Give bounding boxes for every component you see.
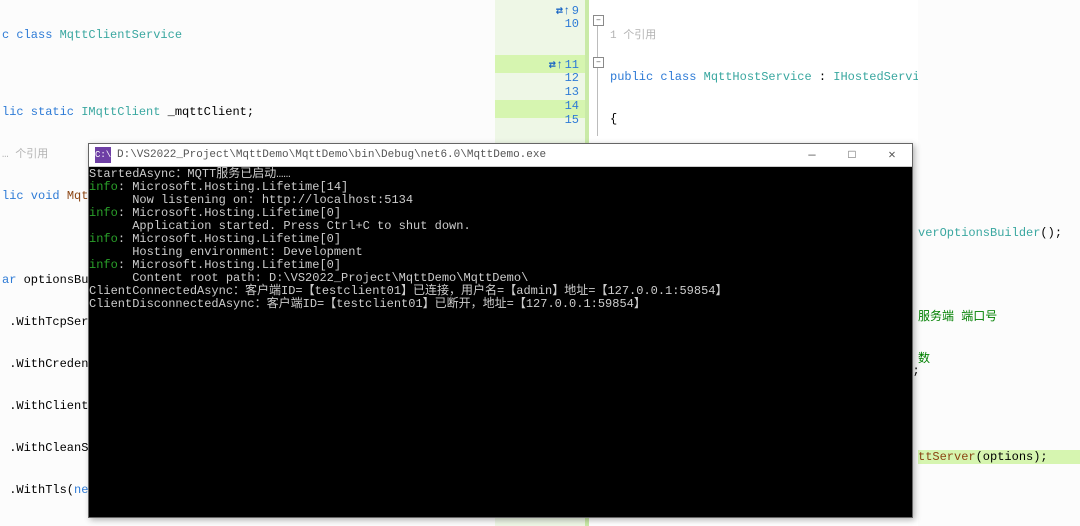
log-text: ClientDisconnectedAsync：客户端ID=【testclien…: [89, 298, 912, 311]
code-text: .WithTls(: [2, 483, 74, 497]
line-number: 11: [565, 58, 579, 72]
code-text: c class: [2, 28, 60, 42]
log-level: info: [89, 180, 118, 194]
log-text: : Microsoft.Hosting.Lifetime[14]: [118, 180, 348, 194]
diff-arrow-icon: ⇄↑: [549, 57, 565, 72]
code-text: {: [610, 112, 617, 126]
console-window[interactable]: C:\ D:\VS2022_Project\MqttDemo\MqttDemo\…: [88, 143, 913, 518]
code-text: MqttClientService: [60, 28, 182, 42]
code-text: IMqttClient: [81, 105, 160, 119]
diff-arrow-icon: ⇄↑: [556, 3, 572, 18]
fold-toggle-icon[interactable]: –: [593, 57, 604, 68]
code-text: ();: [1040, 226, 1062, 240]
log-level: info: [89, 258, 118, 272]
code-text: _mqttClient;: [160, 105, 254, 119]
line-number: 14: [565, 99, 579, 113]
code-text: ar: [2, 273, 16, 287]
line-number: 15: [565, 113, 579, 127]
log-level: info: [89, 206, 118, 220]
code-text: :: [812, 70, 834, 84]
code-text: lic void: [2, 189, 67, 203]
fold-toggle-icon[interactable]: –: [593, 15, 604, 26]
code-text: 服务端 端口号: [918, 310, 997, 324]
log-level: info: [89, 232, 118, 246]
code-text: 数: [918, 352, 930, 366]
code-text: (options);: [976, 450, 1048, 464]
minimize-button[interactable]: —: [792, 144, 832, 166]
line-number: 9: [572, 4, 579, 18]
console-titlebar[interactable]: C:\ D:\VS2022_Project\MqttDemo\MqttDemo\…: [89, 144, 912, 167]
code-text: ttServer: [918, 450, 976, 464]
line-number: 12: [565, 71, 579, 85]
line-number: 10: [565, 17, 579, 31]
code-text: public class: [610, 70, 704, 84]
line-number: 13: [565, 85, 579, 99]
codelens-ref[interactable]: … 个引用: [2, 149, 48, 161]
log-text: : Microsoft.Hosting.Lifetime[0]: [118, 258, 341, 272]
code-text: verOptionsBuilder: [918, 226, 1040, 240]
codelens-ref[interactable]: 1 个引用: [610, 30, 656, 42]
code-text: lic static: [2, 105, 81, 119]
console-output[interactable]: StartedAsync：MQTT服务已启动……info: Microsoft.…: [89, 166, 912, 517]
right-overflow-pane: verOptionsBuilder(); 服务端 端口号 数 ttServer(…: [918, 0, 1080, 526]
close-button[interactable]: ✕: [872, 144, 912, 166]
code-text: MqttHostService: [704, 70, 812, 84]
log-text: : Microsoft.Hosting.Lifetime[0]: [118, 206, 341, 220]
maximize-button[interactable]: □: [832, 144, 872, 166]
console-app-icon: C:\: [95, 147, 111, 163]
log-text: : Microsoft.Hosting.Lifetime[0]: [118, 232, 341, 246]
console-title: D:\VS2022_Project\MqttDemo\MqttDemo\bin\…: [117, 149, 546, 161]
